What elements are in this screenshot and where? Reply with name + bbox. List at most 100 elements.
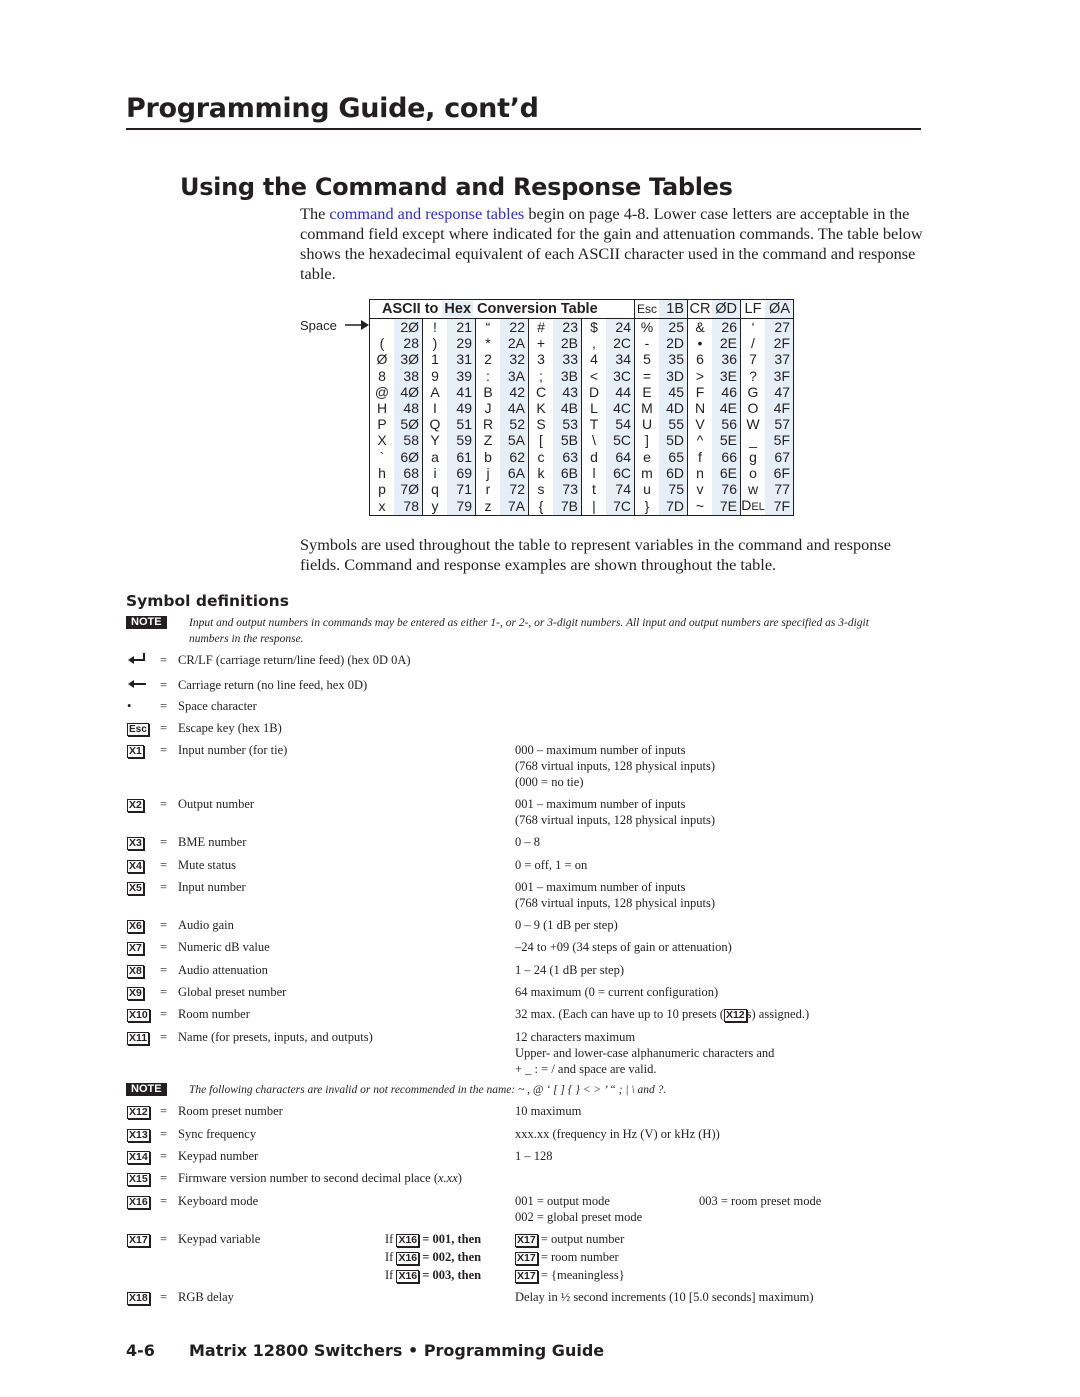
ascii-table-row: ` 6Ø a 61 b 62 c 63 d 64 e 65 f 66 g 67 (370, 448, 794, 465)
ascii-hex: 49 (447, 399, 476, 417)
ascii-hex: 7D (659, 497, 688, 516)
ascii-char: # (537, 319, 545, 336)
ascii-hex: 74 (606, 480, 635, 498)
variable-symbol: X16 (127, 1193, 150, 1209)
ascii-char: Z (483, 432, 493, 449)
ascii-hex: 55 (659, 416, 688, 433)
symbol (127, 652, 147, 668)
ascii-char: 1 (431, 351, 439, 368)
ascii-hex: 68 (394, 464, 423, 481)
variable-box-icon: X1 (127, 745, 144, 758)
footer-title: Matrix 12800 Switchers • Programming Gui… (189, 1341, 605, 1360)
ascii-hex: 7E (712, 497, 741, 516)
ascii-char: m (641, 464, 653, 481)
variable-definition: Keyboard mode (178, 1194, 259, 1208)
equals-sign: = (160, 940, 168, 954)
ascii-hex: 5A (500, 432, 529, 449)
variable-value: 001 – maximum number of inputs (768 virtu… (515, 796, 715, 828)
symbol-definitions-heading: Symbol definitions (126, 592, 289, 610)
equals-sign: = (160, 880, 168, 894)
variable-symbol: X9 (127, 984, 144, 1000)
value-line: 64 maximum (0 = current configuration) (515, 985, 719, 999)
ascii-char: O (747, 400, 759, 417)
ascii-hex: 5F (765, 432, 794, 449)
ascii-char: v (696, 480, 704, 497)
ascii-char: D (588, 383, 600, 400)
variable-symbol: X2 (127, 796, 144, 812)
ascii-hex: 3Ø (394, 351, 423, 368)
variable-definition: Keypad number (178, 1149, 259, 1163)
ascii-char: E (642, 383, 652, 400)
ascii-hex: 79 (447, 497, 476, 516)
ascii-hex: 45 (659, 383, 688, 400)
variable-symbol: X6 (127, 917, 144, 933)
ascii-char: q (431, 480, 439, 497)
variable-definition: Input number (for tie) (178, 743, 288, 757)
variable-definition: RGB delay (178, 1290, 234, 1304)
ascii-char: | (592, 498, 596, 515)
variable-box-icon: X17 (515, 1234, 538, 1247)
value-line: 12 characters maximum (515, 1030, 636, 1044)
ascii-char: + (536, 335, 546, 352)
symbol: • (127, 698, 131, 714)
ascii-char: Q (429, 416, 441, 433)
ascii-hex: 6B (553, 464, 582, 481)
ascii-hex: 34 (606, 351, 635, 368)
ascii-hex: 46 (712, 383, 741, 400)
ascii-hex: 37 (765, 351, 794, 368)
note-badge: NOTE (126, 616, 167, 629)
note-text: The following characters are invalid or … (189, 1084, 667, 1096)
note-badge: NOTE (126, 1083, 167, 1096)
variable-value: 1 – 128 (515, 1148, 553, 1164)
variable-value-secondary: 003 = room preset mode (699, 1194, 822, 1208)
cond-res: = output number (537, 1232, 625, 1246)
ascii-char: ? (749, 367, 757, 384)
ascii-char: { (538, 498, 544, 515)
ascii-char: “ (485, 319, 491, 336)
ascii-hex: 7A (500, 497, 529, 516)
ascii-hex: 2D (659, 335, 688, 352)
variable-box-icon: X17 (127, 1234, 150, 1247)
equals-sign: = (160, 797, 168, 811)
ascii-hex: 56 (712, 416, 741, 433)
ascii-hex: 2B (553, 335, 582, 352)
ascii-hex: 35 (659, 351, 688, 368)
ascii-hex: 7Ø (394, 480, 423, 498)
command-tables-link[interactable]: command and response tables (329, 204, 524, 223)
ascii-hex: 48 (394, 399, 423, 417)
ascii-hex: 51 (447, 416, 476, 433)
ascii-char: V (695, 416, 705, 433)
ascii-char: @ (374, 383, 390, 400)
ascii-char: 5 (643, 351, 651, 368)
ascii-char: X (377, 432, 387, 449)
ascii-hex: 7F (765, 497, 794, 516)
value-text: 32 max. (Each can have up to 10 presets … (515, 1007, 724, 1021)
ascii-hex: 53 (553, 416, 582, 433)
cond-if: If (385, 1232, 397, 1246)
variable-box-icon: X10 (127, 1009, 150, 1022)
value-line: 0 – 8 (515, 835, 540, 849)
def-text: Firmware version number to second decima… (178, 1171, 438, 1185)
ascii-char: a (431, 448, 439, 465)
ascii-char: [ (539, 432, 543, 449)
ascii-hex: 54 (606, 416, 635, 433)
value-line: 001 – maximum number of inputs (515, 880, 686, 894)
value-line: 0 – 9 (1 dB per step) (515, 918, 618, 932)
cond-eq: = 003, then (419, 1268, 482, 1282)
ascii-hex: 24 (606, 318, 635, 336)
variable-box-icon: X17 (515, 1270, 538, 1283)
ascii-char: > (695, 367, 705, 384)
ascii-hex: 77 (765, 480, 794, 498)
note-text: Input and output numbers in commands may… (189, 617, 869, 645)
value-line: xxx.xx (frequency in Hz (V) or kHz (H)) (515, 1127, 720, 1141)
ascii-char: u (643, 480, 651, 497)
ascii-hex: 4C (606, 399, 635, 417)
variable-value: 001 = output mode 002 = global preset mod… (515, 1193, 642, 1225)
variable-box-icon: X16 (127, 1196, 150, 1209)
variable-box-icon: X14 (127, 1151, 150, 1164)
ascii-hex: 4E (712, 399, 741, 417)
ascii-hex: 76 (712, 480, 741, 498)
ascii-hex: 4B (553, 399, 582, 417)
ascii-hex: 58 (394, 432, 423, 449)
ascii-char: I (433, 400, 437, 417)
